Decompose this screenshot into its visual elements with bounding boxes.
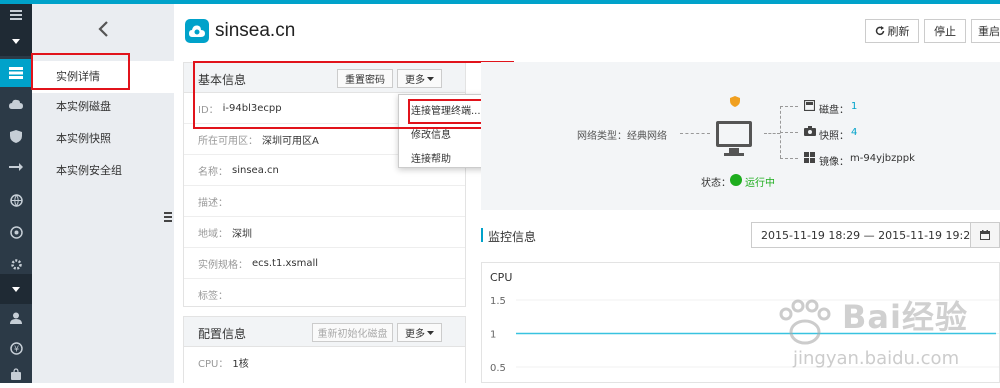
menu-item-connect-help[interactable]: 连接帮助	[411, 150, 451, 165]
row-value: sinsea.cn	[232, 164, 279, 176]
snapshot-icon	[804, 126, 816, 139]
status-label: 状态：	[701, 178, 731, 189]
row-value: ecs.t1.xsmall	[252, 257, 319, 269]
cloud-disk-icon[interactable]	[0, 90, 32, 118]
config-info-panel: 配置信息 重新初始化磁盘 更多 CPU： 1核	[183, 316, 466, 383]
sidebar-toggle-icon[interactable]	[162, 210, 174, 226]
watermark-brand: Bai经验	[842, 298, 968, 336]
refresh-label: 刷新	[887, 26, 910, 38]
sidebar-item-label: 本实例快照	[56, 132, 111, 145]
snapshot-count-link[interactable]: 4	[851, 127, 857, 138]
dns-icon[interactable]	[0, 218, 32, 246]
ecs-logo-icon	[185, 19, 209, 43]
y-tick-label: 0.5	[490, 363, 506, 374]
status-value: 运行中	[745, 178, 775, 189]
refresh-icon	[875, 26, 884, 36]
reinit-disk-button[interactable]: 重新初始化磁盘	[312, 323, 393, 342]
restart-button[interactable]: 重启	[971, 19, 1000, 43]
row-label: 地域：	[198, 228, 228, 240]
watermark-url: jingyan.baidu.com	[793, 348, 960, 369]
snapshot-label: 快照：	[819, 131, 849, 142]
image-id: m-94yjbzppk	[850, 153, 915, 164]
status-indicator	[730, 174, 742, 186]
calendar-button[interactable]	[970, 222, 1000, 248]
highlight-box	[408, 99, 488, 124]
section-accent-bar	[481, 228, 483, 242]
info-row-spec: 实例规格： ecs.t1.xsmall	[184, 248, 465, 279]
collapse-caret-icon[interactable]	[0, 274, 32, 304]
image-label: 镜像：	[819, 157, 849, 168]
info-row-description: 描述：	[184, 186, 465, 217]
row-label: 描述：	[198, 197, 228, 209]
highlight-box	[31, 53, 130, 90]
more-label: 更多	[405, 329, 425, 340]
connector-line	[780, 132, 798, 133]
sidebar-item-label: 本实例磁盘	[56, 100, 111, 113]
y-tick-label: 1.5	[490, 296, 506, 307]
config-info-title: 配置信息	[198, 327, 247, 341]
disk-icon	[803, 99, 816, 114]
shield-badge-icon	[730, 96, 740, 110]
globe-icon[interactable]	[0, 186, 32, 214]
connector-line	[680, 133, 710, 134]
config-more-button[interactable]: 更多	[397, 323, 442, 342]
chart-title: CPU	[490, 271, 512, 284]
collapse-caret-icon[interactable]	[0, 26, 32, 56]
caret-down-icon	[427, 330, 434, 335]
info-row-tags: 标签：	[184, 279, 465, 310]
row-value: 1核	[232, 359, 249, 370]
monitor-base	[724, 153, 744, 156]
refresh-button[interactable]: 刷新	[865, 19, 919, 43]
user-icon[interactable]	[0, 304, 32, 332]
billing-icon[interactable]: ¥	[0, 334, 32, 362]
connector-line	[780, 106, 798, 107]
row-label: CPU：	[198, 359, 229, 370]
row-value: 深圳	[232, 228, 252, 240]
sidebar-item-instance-security-groups[interactable]: 本实例安全组	[32, 155, 174, 187]
restart-label: 重启	[978, 26, 1000, 38]
row-label: 名称：	[198, 166, 228, 178]
connector-line	[780, 158, 798, 159]
menu-icon[interactable]	[0, 4, 32, 26]
stop-label: 停止	[934, 26, 956, 38]
y-tick-label: 1	[490, 330, 496, 341]
date-range-picker[interactable]: 2015-11-19 18:29 — 2015-11-19 19:29	[751, 222, 977, 248]
config-row-cpu: CPU： 1核	[184, 347, 465, 378]
row-value: 深圳可用区A	[262, 135, 319, 147]
page-title: sinsea.cn	[215, 20, 296, 41]
connector-line	[764, 133, 780, 134]
bag-icon[interactable]	[0, 360, 32, 388]
row-label: 标签：	[198, 291, 228, 302]
stop-button[interactable]: 停止	[924, 19, 966, 43]
back-chevron-icon[interactable]	[32, 4, 174, 54]
disk-label: 磁盘：	[819, 105, 849, 116]
sidebar-item-label: 本实例安全组	[56, 164, 122, 177]
monitor-title: 监控信息	[488, 230, 537, 244]
transfer-icon[interactable]	[0, 154, 32, 182]
icon-rail: ¥	[0, 4, 32, 383]
network-type-label: 网络类型：经典网络	[577, 131, 667, 142]
server-icon[interactable]	[0, 59, 32, 87]
svg-text:¥: ¥	[13, 344, 18, 353]
info-row-region: 地域： 深圳	[184, 217, 465, 248]
sidebar-item-instance-disks[interactable]: 本实例磁盘	[32, 91, 174, 123]
calendar-icon	[980, 230, 990, 240]
config-info-header: 配置信息 重新初始化磁盘 更多	[184, 317, 465, 347]
shield-icon[interactable]	[0, 122, 32, 150]
image-icon	[804, 152, 815, 166]
row-label: 所在可用区：	[198, 135, 258, 147]
disk-count-link[interactable]: 1	[851, 101, 857, 112]
row-label: 实例规格：	[198, 259, 248, 271]
sidebar-item-instance-snapshots[interactable]: 本实例快照	[32, 123, 174, 155]
instance-monitor-icon	[716, 121, 752, 147]
